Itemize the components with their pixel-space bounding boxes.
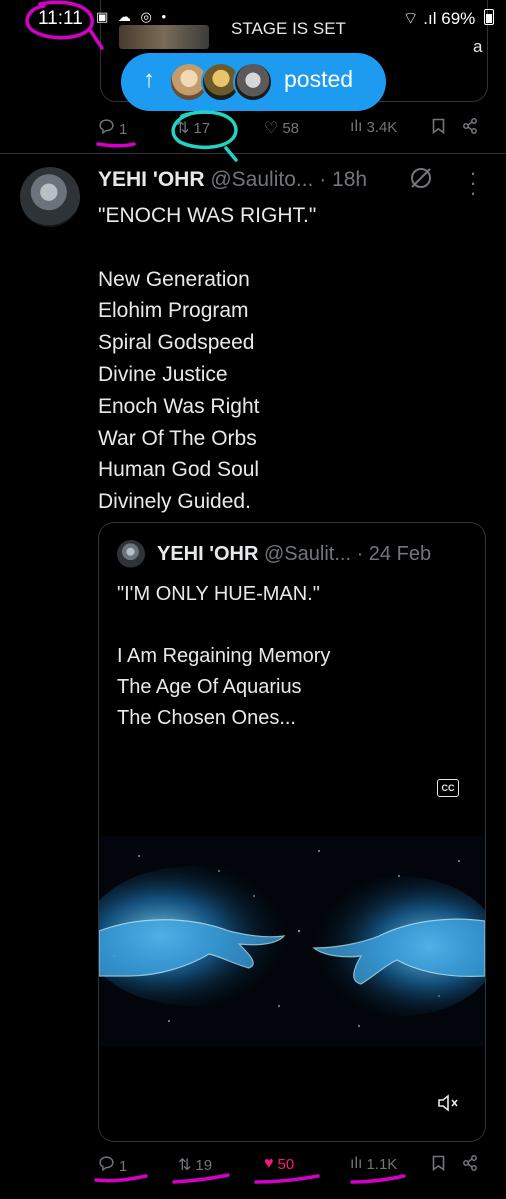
quoted-tweet-text: "I'M ONLY HUE-MAN." I Am Regaining Memor… [117, 579, 330, 734]
quoted-author-avatar [117, 540, 145, 568]
quoted-line: I Am Regaining Memory [117, 645, 331, 667]
video-frame-hands [99, 836, 485, 1046]
quoted-line: "I'M ONLY HUE-MAN." [117, 583, 320, 605]
repost-icon: ⇅ [176, 120, 190, 137]
reply-count: 1 [119, 1157, 128, 1175]
views-count: 1.1K [366, 1155, 398, 1173]
bookmark-icon [432, 1155, 445, 1176]
tweet-line: Human God Soul [98, 458, 260, 482]
quoted-tweet-header: YEHI 'OHR @Saulit... · 24 Feb [157, 543, 431, 566]
status-right: ⌔ .ıl 69% [403, 8, 494, 29]
quoted-line [117, 610, 330, 641]
reply-icon [98, 1155, 115, 1177]
status-bar: 11:11 ▣ ☁ ◎ • ⌔ .ıl 69% [0, 0, 506, 38]
grok-icon[interactable] [408, 165, 434, 198]
share-button[interactable] [462, 1155, 478, 1176]
share-icon [462, 118, 478, 139]
quoted-tweet[interactable]: YEHI 'OHR @Saulit... · 24 Feb "I'M ONLY … [98, 522, 486, 1142]
reply-button[interactable]: 1 [98, 118, 127, 140]
tweet-line: Elohim Program [98, 299, 249, 323]
mute-icon[interactable] [437, 1093, 459, 1118]
quoted-text-snippet-end: a [473, 37, 483, 56]
wifi-signal-icon: ⌔ .ıl [402, 9, 437, 28]
share-button[interactable] [462, 118, 478, 139]
new-posts-pill[interactable]: ↑ posted [121, 53, 386, 111]
bookmark-button[interactable] [432, 118, 445, 139]
battery-percent: 69% [441, 9, 476, 28]
like-count: 50 [277, 1155, 295, 1173]
reply-button[interactable]: 1 [98, 1155, 127, 1177]
quoted-tweet-date: · 24 Feb [356, 543, 432, 565]
repost-count: 19 [195, 1156, 213, 1174]
like-count: 58 [282, 119, 300, 137]
bookmark-button[interactable] [432, 1155, 445, 1176]
quoted-author-handle: @Saulit... [264, 543, 352, 565]
tweet-line: "ENOCH WAS RIGHT." [98, 204, 317, 227]
share-icon [462, 1155, 478, 1176]
quoted-line: The Chosen Ones... [117, 707, 296, 729]
tweet-header: YEHI 'OHR @Saulito... · 18h [98, 168, 367, 192]
views-button[interactable]: ılı 1.1K [350, 1155, 397, 1173]
views-count: 3.4K [366, 118, 398, 136]
repost-icon: ⇅ [178, 1157, 192, 1174]
quoted-line: The Age Of Aquarius [117, 676, 302, 698]
views-icon: ılı [350, 1155, 363, 1172]
repost-button[interactable]: ⇅ 19 [178, 1155, 212, 1175]
like-button[interactable]: ♥ 50 [264, 1155, 294, 1173]
bookmark-icon [432, 118, 445, 139]
tweet-time[interactable]: · 18h [319, 168, 367, 191]
tweet-divider [0, 153, 506, 154]
tweet-line: Enoch Was Right [98, 394, 260, 418]
video-player[interactable] [99, 756, 485, 1141]
reply-icon [98, 118, 115, 140]
tweet-line: Divine Justice [98, 362, 228, 386]
avatar [233, 62, 273, 102]
author-name[interactable]: YEHI 'OHR [98, 168, 205, 191]
tweet-line: War Of The Orbs [98, 426, 257, 450]
heart-icon: ♡ [264, 120, 279, 137]
more-icon[interactable]: · · · [466, 162, 480, 204]
heart-icon: ♥ [264, 1155, 274, 1172]
repost-count: 17 [193, 119, 211, 137]
captions-button[interactable]: CC [437, 779, 459, 797]
tweet-line [98, 232, 488, 264]
tweet-line: Divinely Guided. [98, 490, 251, 514]
battery-icon [484, 9, 494, 25]
author-handle[interactable]: @Saulito... [210, 168, 313, 191]
tweet-line: Spiral Godspeed [98, 331, 255, 355]
reply-count: 1 [119, 120, 128, 138]
quoted-author-name: YEHI 'OHR [157, 543, 259, 565]
like-button[interactable]: ♡ 58 [264, 118, 299, 138]
views-icon: ılı [350, 118, 363, 135]
tweet-text: "ENOCH WAS RIGHT." New Generation Elohim… [98, 200, 488, 518]
author-avatar[interactable] [20, 167, 80, 227]
screen: 11:11 ▣ ☁ ◎ • ⌔ .ıl 69% STAGE IS SET a ↑… [0, 0, 506, 1199]
status-time: 11:11 [38, 8, 83, 29]
prev-tweet-actions: 1 ⇅ 17 ♡ 58 ılı 3.4K [98, 118, 498, 142]
repost-button[interactable]: ⇅ 17 [176, 118, 210, 138]
tweet-actions: 1 ⇅ 19 ♥ 50 ılı 1.1K [98, 1155, 498, 1179]
tweet-line: New Generation [98, 267, 250, 291]
views-button[interactable]: ılı 3.4K [350, 118, 397, 136]
posted-label: posted [284, 66, 354, 92]
arrow-up-icon: ↑ [143, 66, 155, 93]
status-notification-icons: ▣ ☁ ◎ • [96, 9, 170, 24]
